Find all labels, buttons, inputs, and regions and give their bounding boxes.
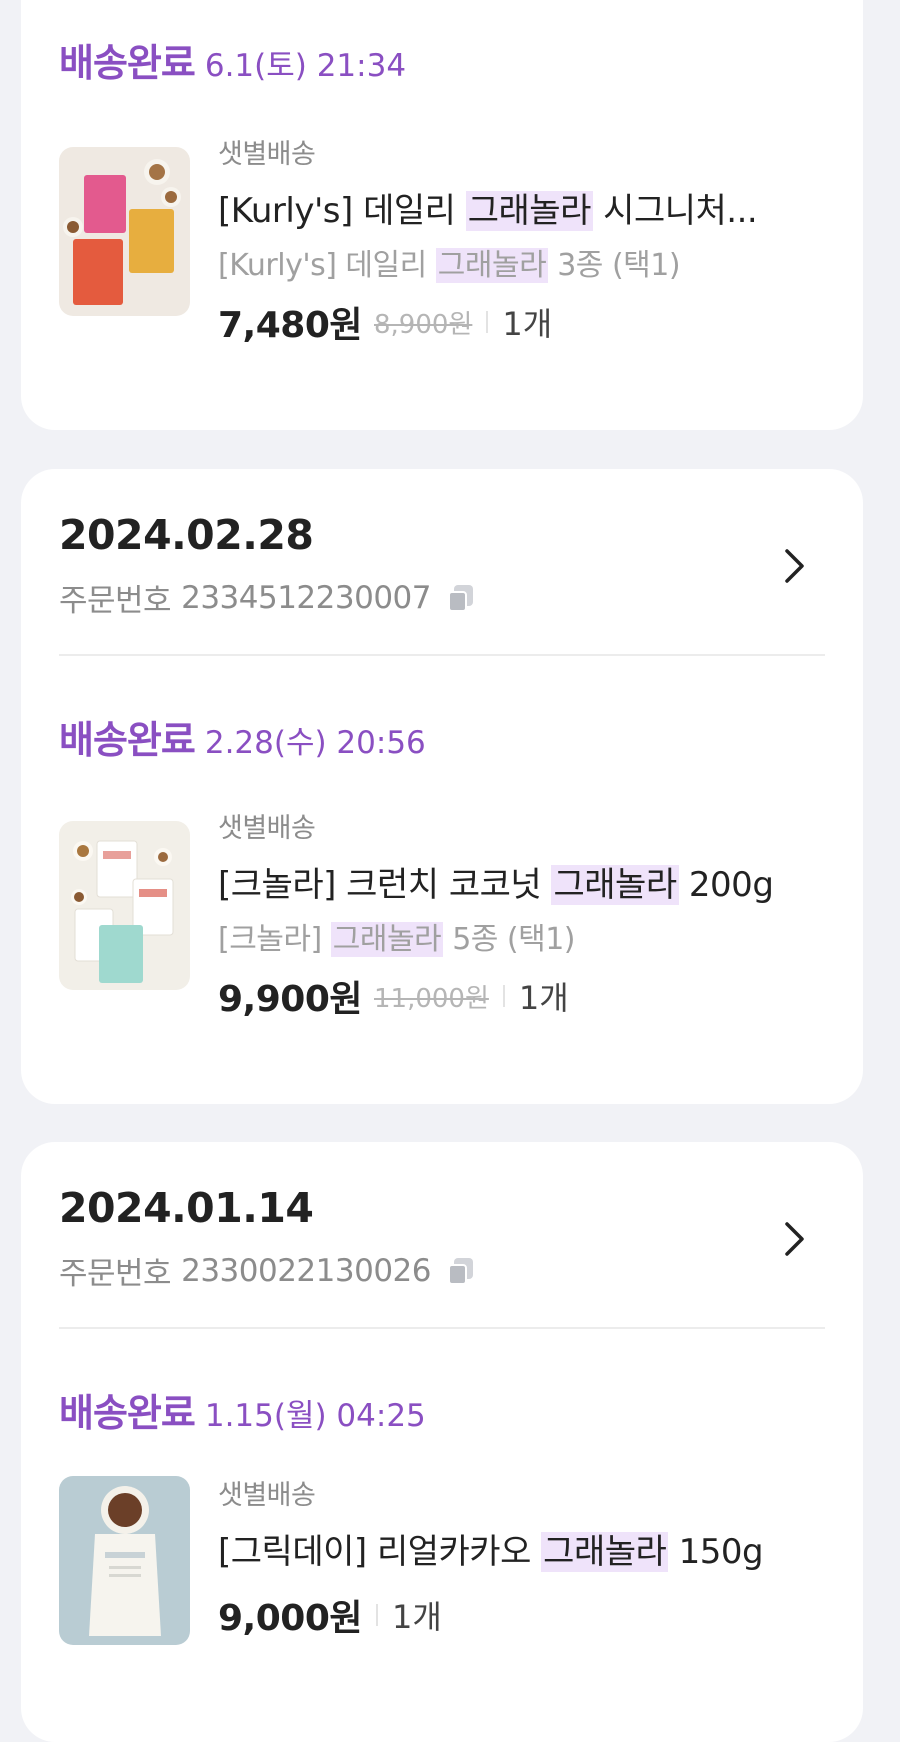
quantity: 1개 [392, 1598, 442, 1636]
copy-icon[interactable] [445, 583, 475, 613]
divider [502, 985, 505, 1007]
order-number-label: 주문번호 [59, 1256, 172, 1292]
product-name-text: 150g [668, 1532, 764, 1572]
sale-price: 9,900원 [218, 979, 363, 1020]
option-text: 5종 (택1) [443, 922, 576, 957]
sale-price: 7,480원 [218, 305, 363, 346]
product-name-text: [크놀라] 크런치 코코넛 [218, 865, 552, 905]
status-label: 배송완료 [59, 718, 196, 762]
original-price: 11,000원 [374, 983, 489, 1014]
order-number: 2334512230007 [181, 579, 431, 616]
product-thumbnail[interactable] [59, 821, 190, 990]
product-name[interactable]: [크놀라] 크런치 코코넛 그래놀라 200g [218, 857, 833, 906]
product-name-text: [Kurly's] 데일리 [218, 191, 466, 231]
order-number: 2330022130026 [181, 1252, 431, 1289]
divider [486, 311, 489, 333]
divider [59, 654, 825, 656]
product-name-text: [그릭데이] 리얼카카오 [218, 1532, 542, 1572]
chevron-right-icon[interactable] [777, 539, 811, 593]
order-card: 2024.02.28 주문번호 2334512230007 배송완료 2.28(… [21, 469, 863, 1104]
status-label: 배송완료 [59, 41, 196, 85]
order-card: 2024.01.14 주문번호 2330022130026 배송완료 1.15(… [21, 1142, 863, 1742]
price-row: 9,900원 11,000원 1개 [218, 970, 833, 1022]
quantity: 1개 [502, 305, 553, 343]
order-card: 배송완료 6.1(토) 21:34 샛별배송 [Kurly's] 데일리 그래놀… [21, 0, 863, 430]
product-info: 샛별배송 [크놀라] 크런치 코코넛 그래놀라 200g [크놀라] 그래놀라 … [218, 806, 833, 1022]
option-text: [크놀라] [218, 922, 331, 957]
option-text: [Kurly's] 데일리 [218, 248, 436, 283]
product-name[interactable]: [Kurly's] 데일리 그래놀라 시그니처... [218, 183, 833, 232]
copy-icon[interactable] [445, 1256, 475, 1286]
search-highlight: 그래놀라 [435, 248, 549, 283]
product-name-text: 200g [678, 865, 774, 905]
order-date: 2024.02.28 [59, 511, 314, 559]
original-price: 8,900원 [374, 309, 473, 340]
search-highlight: 그래놀라 [551, 865, 679, 905]
shipping-type: 샛별배송 [218, 1480, 316, 1511]
status-label: 배송완료 [59, 1391, 196, 1435]
product-name[interactable]: [그릭데이] 리얼카카오 그래놀라 150g [218, 1524, 833, 1573]
option-text: 3종 (택1) [548, 248, 681, 283]
price-row: 7,480원 8,900원 1개 [218, 296, 833, 348]
delivery-status: 배송완료 2.28(수) 20:56 [59, 709, 426, 764]
chevron-right-icon[interactable] [777, 1212, 811, 1266]
product-name-text: 시그니처... [592, 191, 758, 231]
shipping-type: 샛별배송 [218, 813, 316, 844]
status-time: 6.1(토) 21:34 [204, 48, 407, 84]
status-time: 2.28(수) 20:56 [204, 725, 426, 761]
search-highlight: 그래놀라 [330, 922, 444, 957]
sale-price: 9,000원 [218, 1598, 363, 1639]
product-option: [크놀라] 그래놀라 5종 (택1) [218, 914, 833, 958]
search-highlight: 그래놀라 [465, 191, 593, 231]
order-number-label: 주문번호 [59, 583, 172, 619]
divider [59, 1327, 825, 1329]
search-highlight: 그래놀라 [541, 1532, 669, 1572]
order-number-row: 주문번호 2330022130026 [59, 1248, 475, 1293]
divider [376, 1604, 378, 1626]
delivery-status: 배송완료 6.1(토) 21:34 [59, 32, 406, 87]
quantity: 1개 [518, 979, 569, 1017]
delivery-status: 배송완료 1.15(월) 04:25 [59, 1382, 426, 1437]
product-thumbnail[interactable] [59, 1476, 190, 1645]
product-info: 샛별배송 [Kurly's] 데일리 그래놀라 시그니처... [Kurly's… [218, 132, 833, 348]
price-row: 9,000원 1개 [218, 1589, 833, 1641]
order-date: 2024.01.14 [59, 1184, 314, 1232]
shipping-type: 샛별배송 [218, 139, 316, 170]
product-option: [Kurly's] 데일리 그래놀라 3종 (택1) [218, 240, 833, 284]
order-number-row: 주문번호 2334512230007 [59, 575, 475, 620]
product-thumbnail[interactable] [59, 147, 190, 316]
status-time: 1.15(월) 04:25 [204, 1398, 426, 1434]
product-info: 샛별배송 [그릭데이] 리얼카카오 그래놀라 150g 9,000원 1개 [218, 1473, 833, 1641]
